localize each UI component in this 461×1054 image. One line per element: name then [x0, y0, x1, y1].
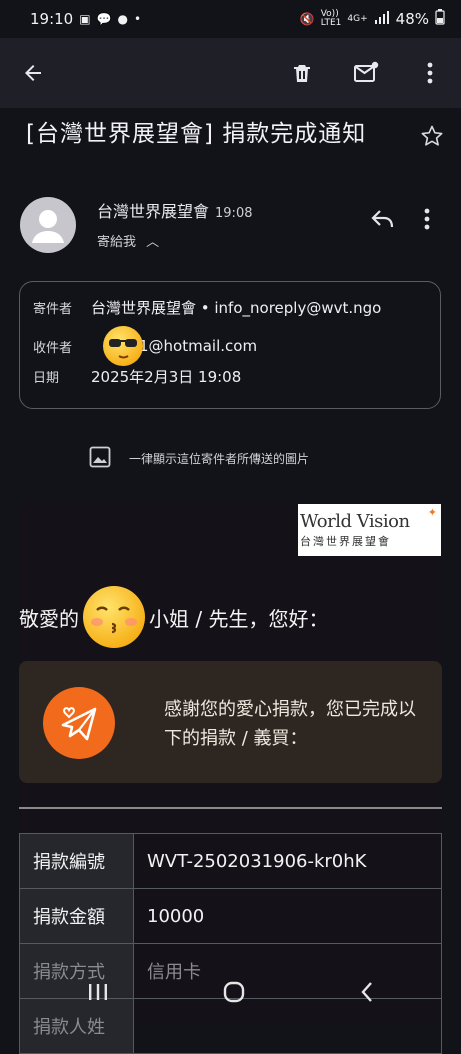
nav-back-icon[interactable]: [359, 980, 375, 1008]
greeting-prefix: 敬愛的: [19, 606, 79, 631]
volte-indicator: Vo)) LTE1: [320, 9, 342, 28]
mute-icon: 🔇: [299, 12, 315, 26]
logo-star-icon: ✦: [427, 506, 437, 519]
table-value: WVT-2502031906-kr0hK: [133, 833, 442, 889]
trash-icon[interactable]: [287, 58, 317, 88]
battery-percentage: 48%: [395, 10, 429, 28]
greeting-suffix: 小姐 / 先生，您好：: [149, 606, 329, 631]
email-body: World Vision 台灣世界展望會 ✦ 敬愛的 小姐 / 先生，您好： 感…: [19, 504, 442, 1054]
date-value: 2025年2月3日 19:08: [91, 368, 242, 386]
greeting: 敬愛的 小姐 / 先生，您好：: [19, 586, 328, 648]
table-row: 捐款金額 10000: [19, 888, 442, 944]
kiss-emoji-sticker: [83, 586, 145, 648]
to-value[interactable]: 1@hotmail.com: [139, 337, 257, 355]
more-vert-icon[interactable]: [415, 58, 445, 88]
app-bar: [0, 38, 461, 108]
date-label: 日期: [33, 371, 60, 386]
show-images-link[interactable]: 一律顯示這位寄件者所傳送的圖片: [89, 446, 309, 471]
table-value: 10000: [133, 888, 442, 944]
star-icon[interactable]: [420, 124, 444, 152]
signal-icon: [374, 10, 390, 28]
recent-apps-icon[interactable]: [87, 982, 109, 1006]
system-nav-bar: [0, 964, 461, 1024]
email-subject: [台灣世界展望會] 捐款完成通知: [26, 121, 367, 147]
show-images-text: 一律顯示這位寄件者所傳送的圖片: [129, 452, 310, 466]
more-notifications-icon: •: [134, 12, 142, 26]
network-type: 4G+: [347, 13, 368, 24]
message-notification-icon: ●: [117, 12, 129, 26]
gallery-notification-icon: ▣: [79, 12, 91, 26]
email-details-panel: 寄件者 台灣世界展望會 • info_noreply@wvt.ngo 收件者 1…: [19, 281, 441, 409]
to-label: 收件者: [33, 340, 73, 356]
email-time: 19:08: [215, 206, 253, 221]
battery-icon: [435, 9, 445, 29]
person-icon: [32, 210, 64, 243]
table-key: 捐款金額: [19, 888, 134, 944]
from-value[interactable]: 台灣世界展望會 • info_noreply@wvt.ngo: [91, 297, 381, 318]
from-row: 寄件者 台灣世界展望會 • info_noreply@wvt.ngo: [33, 297, 381, 318]
from-label: 寄件者: [33, 302, 73, 317]
status-bar: 19:10 ▣ 💬 ● • 🔇 Vo)) LTE1 4G+ 48%: [0, 0, 461, 38]
thanks-card: 感謝您的愛心捐款，您已完成以下的捐款 / 義買：: [19, 661, 442, 783]
email-more-icon[interactable]: [424, 208, 430, 234]
image-icon: [89, 446, 111, 471]
table-row: 捐款編號 WVT-2502031906-kr0hK: [19, 833, 442, 889]
sender-line: 台灣世界展望會 19:08: [97, 198, 252, 222]
recipient-toggle[interactable]: 寄給我 ︿: [97, 231, 159, 250]
world-vision-logo: World Vision 台灣世界展望會 ✦: [298, 504, 441, 556]
reply-icon[interactable]: [370, 208, 396, 234]
logo-title: World Vision: [300, 511, 410, 532]
back-arrow-icon[interactable]: [18, 58, 48, 88]
divider: [19, 807, 442, 809]
chevron-up-icon: ︿: [146, 235, 160, 250]
home-icon[interactable]: [222, 980, 246, 1008]
sender-name: 台灣世界展望會: [97, 202, 210, 221]
paper-plane-heart-icon: [43, 687, 115, 759]
logo-subtitle: 台灣世界展望會: [300, 535, 391, 548]
date-row: 日期 2025年2月3日 19:08: [33, 366, 241, 387]
recipient-summary: 寄給我: [97, 235, 137, 250]
to-row: 收件者 1@hotmail.com: [33, 326, 257, 366]
mark-unread-icon[interactable]: [351, 58, 381, 88]
sender-avatar[interactable]: [20, 197, 76, 253]
thanks-text: 感謝您的愛心捐款，您已完成以下的捐款 / 義買：: [164, 699, 416, 749]
status-time: 19:10: [30, 10, 74, 28]
chat-notification-icon: 💬: [96, 12, 112, 26]
table-key: 捐款編號: [19, 833, 134, 889]
sunglasses-emoji-sticker: [103, 326, 143, 366]
